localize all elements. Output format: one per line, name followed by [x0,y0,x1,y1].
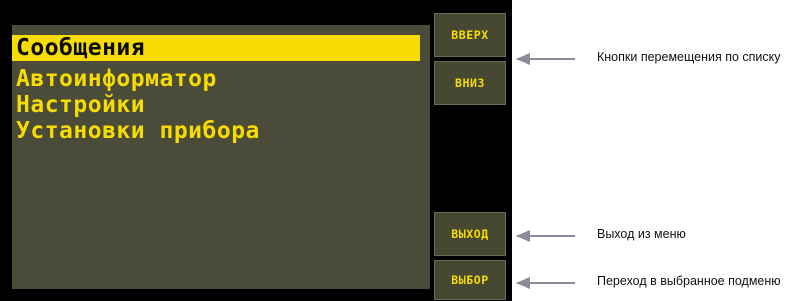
menu-item-autoinformer[interactable]: Автоинформатор [12,66,217,92]
menu-item-messages[interactable]: Сообщения [12,35,420,61]
menu-item-settings[interactable]: Настройки [12,92,145,118]
select-callout-label: Переход в выбранное подменю [597,274,781,288]
exit-button[interactable]: ВЫХОД [434,212,506,256]
exit-arrow-icon [516,230,575,242]
up-button[interactable]: ВВЕРХ [434,13,506,57]
navigation-arrow-icon [516,53,575,65]
device-panel: Сообщения Автоинформатор Настройки Устан… [0,0,512,301]
down-button[interactable]: ВНИЗ [434,61,506,105]
exit-callout-label: Выход из меню [597,227,686,241]
select-arrow-icon [516,277,575,289]
menu-item-device-setup[interactable]: Установки прибора [12,118,260,144]
navigation-callout-label: Кнопки перемещения по списку [597,50,781,64]
lcd-screen: Сообщения Автоинформатор Настройки Устан… [12,25,430,289]
select-button[interactable]: ВЫБОР [434,260,506,300]
